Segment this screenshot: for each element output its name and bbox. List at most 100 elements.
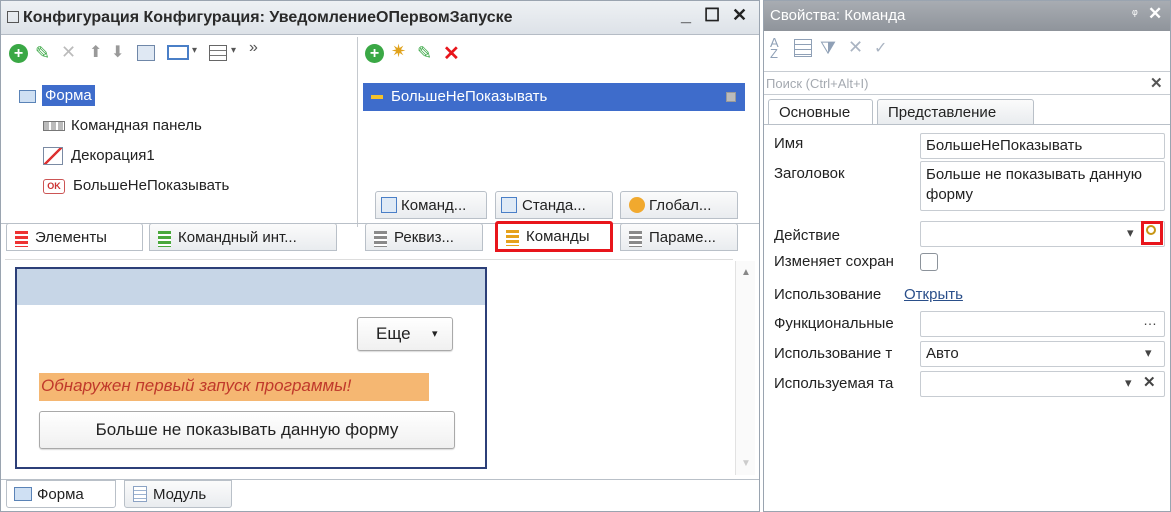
apply-icon[interactable]: ✓ (874, 38, 887, 58)
categories-icon[interactable] (794, 39, 812, 57)
tab-standard-commands[interactable]: Станда... (495, 191, 613, 219)
usage-link[interactable]: Открыть (904, 286, 963, 303)
window-titlebar: Конфигурация Конфигурация: УведомлениеОП… (1, 1, 759, 35)
edit-icon[interactable]: ✎ (417, 43, 432, 64)
module-icon (133, 486, 147, 502)
delete-icon[interactable]: ✕ (61, 42, 76, 63)
tab-label: Элементы (35, 229, 107, 246)
attributes-icon (374, 230, 392, 248)
prop-label-functional: Функциональные (774, 315, 894, 332)
scroll-up-icon[interactable]: ▲ (741, 267, 751, 278)
tab-elements[interactable]: Элементы (6, 223, 143, 251)
elements-icon (15, 230, 33, 248)
more-button[interactable]: Еще ▾ (357, 317, 453, 351)
tab-command-interface[interactable]: Командный инт... (149, 223, 337, 251)
maximize-button[interactable]: ☐ (704, 5, 720, 26)
form-commands-icon (381, 197, 397, 213)
sort-alpha-icon[interactable]: AZ (770, 36, 788, 60)
tab-global-commands[interactable]: Глобал... (620, 191, 738, 219)
close-button[interactable]: ✕ (732, 5, 747, 26)
tab-form[interactable]: Форма (6, 480, 116, 508)
properties-window: Свойства: Команда ᵠ ✕ AZ ⧩ ✕ ✓ Поиск (Ct… (763, 0, 1171, 512)
tab-separator (764, 124, 1170, 125)
title-field[interactable]: Больше не показывать данную форму (920, 161, 1165, 211)
functional-options-field[interactable]: … (920, 311, 1165, 337)
add-from-icon[interactable]: ✷ (391, 41, 406, 62)
standard-commands-icon (501, 197, 517, 213)
add-icon[interactable]: + (9, 44, 28, 63)
search-icon (1146, 225, 1156, 235)
tree-item-label: Командная панель (71, 117, 202, 134)
tab-form-commands[interactable]: Команд... (375, 191, 487, 219)
more-button-label: Еще (376, 324, 411, 343)
filter-icon[interactable]: ⧩ (820, 38, 836, 59)
tree-item-decoration[interactable]: Декорация1 (43, 147, 155, 175)
search-input[interactable]: Поиск (Ctrl+Alt+I) (766, 76, 868, 91)
action-field[interactable]: ▾ (920, 221, 1165, 247)
form-preview-icon[interactable] (137, 45, 155, 61)
global-commands-icon (629, 197, 645, 213)
delete-icon[interactable]: ✕ (443, 41, 460, 66)
edit-icon[interactable]: ✎ (35, 43, 50, 64)
tab-presentation[interactable]: Представление (877, 99, 1034, 125)
parameters-icon (629, 230, 647, 248)
tab-label: Представление (888, 104, 997, 121)
scroll-indicator[interactable] (726, 92, 736, 102)
prop-label-modifies: Изменяет сохран (774, 253, 894, 270)
pin-icon[interactable]: ᵠ (1132, 6, 1138, 21)
move-up-icon[interactable]: ⬆ (89, 42, 102, 62)
clear-search-icon[interactable]: ✕ (1150, 74, 1163, 92)
move-down-icon[interactable]: ⬇ (111, 42, 124, 62)
tree-item-label: Форма (42, 85, 95, 106)
clear-icon[interactable]: ✕ (848, 37, 863, 58)
prop-label-action: Действие (774, 227, 840, 244)
tree-item-button[interactable]: OK БольшеНеПоказывать (43, 177, 229, 205)
tab-label: Команды (526, 228, 590, 245)
action-open-button[interactable] (1141, 221, 1163, 245)
tab-label: Станда... (522, 197, 586, 214)
list-icon[interactable] (209, 45, 227, 61)
tree-item-label: БольшеНеПоказывать (73, 177, 230, 194)
command-row-selected[interactable]: БольшеНеПоказывать (363, 83, 745, 111)
ellipsis-icon[interactable]: … (1143, 312, 1157, 328)
chevron-down-icon[interactable]: ▾ (231, 45, 236, 56)
tab-module[interactable]: Модуль (124, 480, 232, 508)
used-table-field[interactable]: ▾ ✕ (920, 371, 1165, 397)
display-icon[interactable] (167, 45, 189, 60)
properties-search[interactable]: Поиск (Ctrl+Alt+I) ✕ (764, 71, 1170, 95)
chevron-down-icon[interactable]: ▾ (1145, 345, 1152, 361)
usage-type-field[interactable]: Авто ▾ (920, 341, 1165, 367)
prop-label-title: Заголовок (774, 165, 845, 182)
commands-toolbar: + ✷ ✎ ✕ (365, 39, 505, 69)
tree-item-form[interactable]: Форма (19, 85, 95, 115)
more-tools-icon[interactable]: » (249, 39, 258, 57)
chevron-down-icon[interactable]: ▾ (192, 45, 197, 56)
warning-text: Обнаружен первый запуск программы! (39, 373, 429, 401)
pane-divider (357, 37, 358, 227)
vertical-scrollbar[interactable]: ▲ ▼ (735, 261, 755, 475)
add-icon[interactable]: + (365, 44, 384, 63)
window-title: Конфигурация Конфигурация: УведомлениеОП… (23, 9, 513, 26)
tab-commands[interactable]: Команды (495, 221, 613, 252)
tab-label: Форма (37, 486, 84, 503)
decoration-icon (43, 147, 63, 166)
dont-show-again-button[interactable]: Больше не показывать данную форму (39, 411, 455, 449)
tab-label: Глобал... (649, 197, 712, 214)
tab-attributes[interactable]: Реквиз... (365, 223, 483, 251)
tab-main[interactable]: Основные (768, 99, 873, 125)
usage-type-value: Авто (926, 345, 959, 362)
elements-toolbar: + ✎ ✕ ⬆ ⬇ ▾ ▾ » (9, 39, 357, 69)
clear-icon[interactable]: ✕ (1143, 373, 1156, 391)
prop-label-usage: Использование (774, 286, 882, 303)
modifies-checkbox[interactable] (920, 253, 938, 271)
tab-label: Команд... (401, 197, 467, 214)
close-icon[interactable]: ✕ (1148, 4, 1162, 24)
tab-parameters[interactable]: Параме... (620, 223, 738, 251)
chevron-down-icon[interactable]: ▾ (1127, 225, 1134, 241)
minimize-button[interactable]: _ (681, 5, 691, 26)
tree-item-command-panel[interactable]: Командная панель (43, 117, 202, 145)
name-field[interactable]: БольшеНеПоказывать (920, 133, 1165, 159)
chevron-down-icon[interactable]: ▾ (1125, 375, 1132, 391)
window-menu-icon[interactable] (7, 11, 19, 23)
scroll-down-icon[interactable]: ▼ (741, 458, 751, 469)
